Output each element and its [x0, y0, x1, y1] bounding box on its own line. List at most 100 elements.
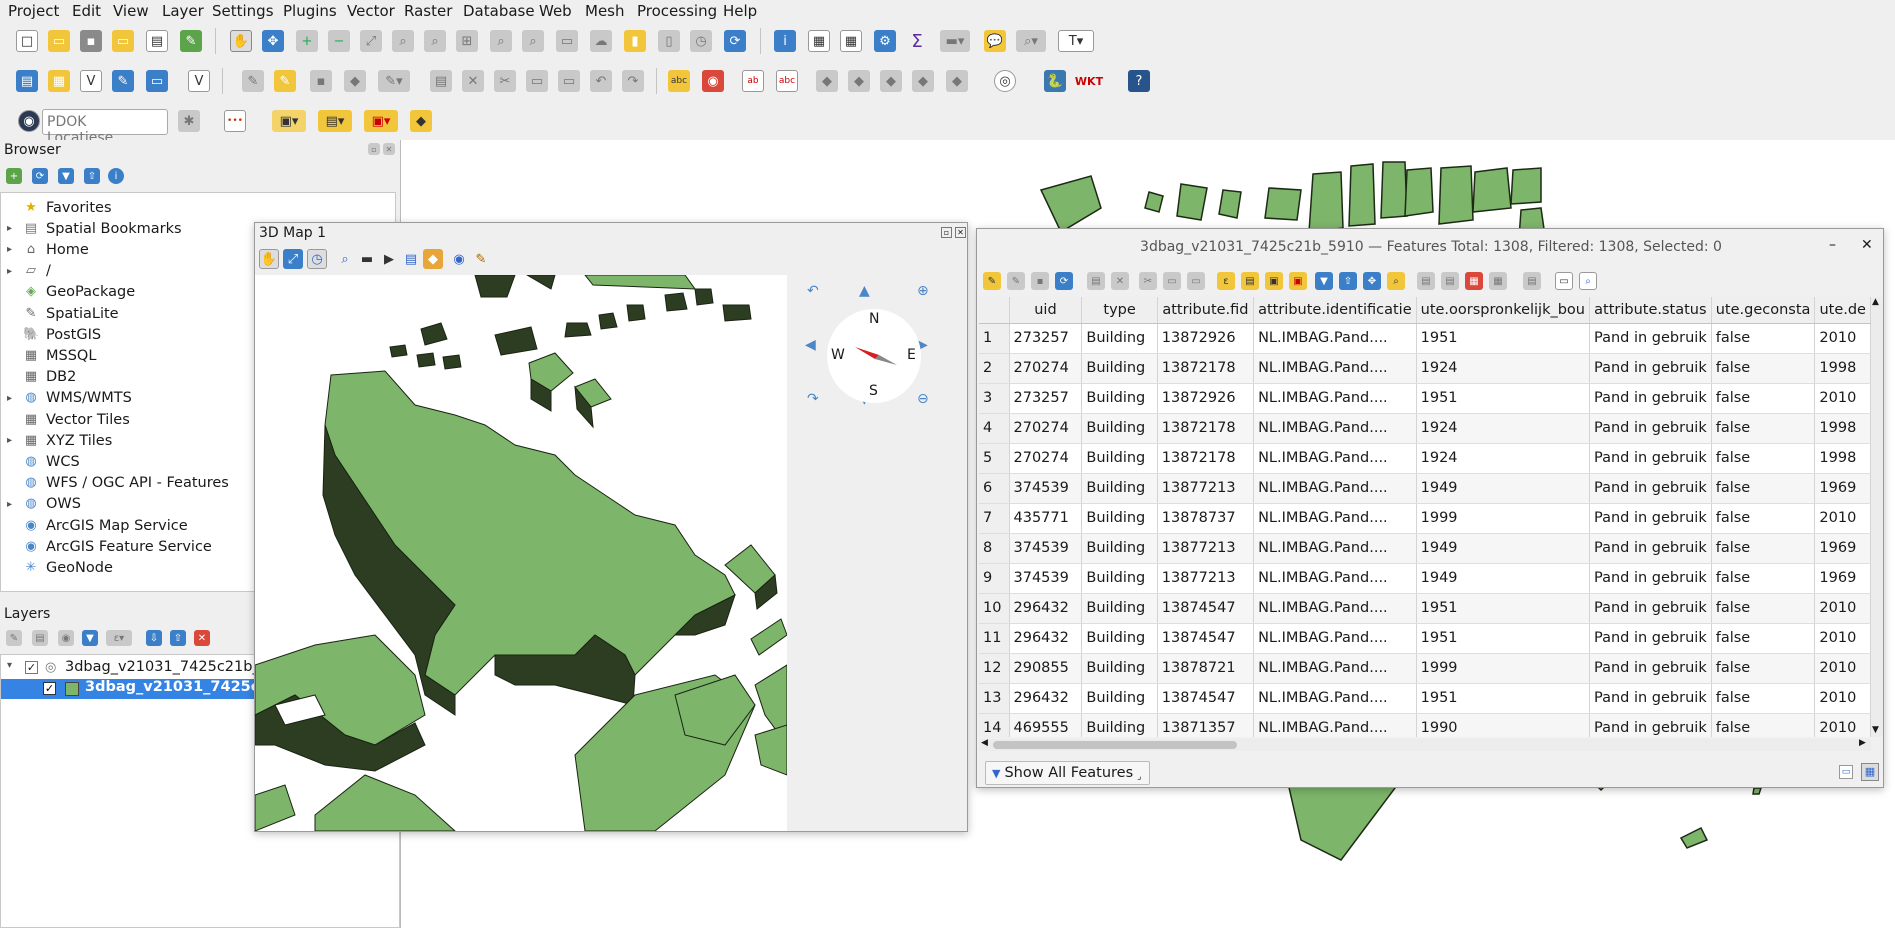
processing-toolbox-icon[interactable]: ⚙ — [874, 30, 896, 52]
row-number[interactable]: 4 — [979, 413, 1010, 444]
3d-measure-icon[interactable]: ▬ — [357, 249, 377, 269]
table-cell[interactable]: Pand in gebruik — [1589, 323, 1712, 354]
3d-animation-icon[interactable]: ▶ — [379, 249, 399, 269]
table-cell[interactable]: false — [1711, 533, 1816, 564]
menu-edit[interactable]: Edit — [72, 2, 101, 20]
attr-save-icon[interactable]: ▪ — [1031, 272, 1049, 290]
horizontal-scrollbar[interactable]: ◀ ▶ — [979, 738, 1871, 751]
menu-plugins[interactable]: Plugins — [283, 2, 337, 20]
table-cell[interactable]: Pand in gebruik — [1589, 533, 1712, 564]
table-cell[interactable]: 13874547 — [1157, 623, 1255, 654]
menu-raster[interactable]: Raster — [404, 2, 452, 20]
column-header-identificatie[interactable]: attribute.identificatie — [1253, 297, 1417, 324]
gps-tools-icon[interactable]: ◎ — [994, 70, 1016, 92]
table-cell[interactable]: NL.IMBAG.Pand.... — [1253, 683, 1417, 714]
table-cell[interactable]: 13874547 — [1157, 683, 1255, 714]
3d-tilt-up-icon[interactable]: ▲ — [859, 283, 870, 299]
menu-mesh[interactable]: Mesh — [585, 2, 625, 20]
table-cell[interactable]: 270274 — [1009, 353, 1083, 384]
zoom-layer-icon[interactable]: ⌕ — [424, 30, 446, 52]
3d-pan-left-icon[interactable]: ◀ — [805, 337, 816, 353]
add-group-icon[interactable]: ▤ — [32, 630, 48, 646]
filter-select-icon[interactable]: ▼ — [1315, 272, 1333, 290]
table-cell[interactable]: 13872178 — [1157, 443, 1255, 474]
pan-to-selected-icon[interactable]: ✥ — [1363, 272, 1381, 290]
reload-table-icon[interactable]: ⟳ — [1055, 272, 1073, 290]
3d-camera-options-icon[interactable]: ◉ — [449, 249, 469, 269]
zoom-selection-icon[interactable]: ⌕ — [392, 30, 414, 52]
table-cell[interactable]: 13872178 — [1157, 413, 1255, 444]
scroll-down-icon[interactable]: ▼ — [1872, 725, 1879, 735]
row-number[interactable]: 13 — [979, 683, 1010, 714]
delete-feature-icon[interactable]: ✕ — [1111, 272, 1129, 290]
table-cell[interactable]: 1924 — [1416, 443, 1591, 474]
3d-export-scene-icon[interactable]: ◆ — [423, 249, 443, 269]
table-cell[interactable]: 13878737 — [1157, 503, 1255, 534]
expand-all-icon[interactable]: ⇩ — [146, 630, 162, 646]
add-feature-icon[interactable]: ◆ — [344, 70, 366, 92]
table-cell[interactable]: 13871357 — [1157, 713, 1255, 737]
table-cell[interactable]: 2010 — [1814, 683, 1871, 714]
menu-settings[interactable]: Settings — [212, 2, 274, 20]
open-attribute-table-icon[interactable]: ▦ — [808, 30, 830, 52]
menu-database[interactable]: Database — [463, 2, 535, 20]
row-number[interactable]: 3 — [979, 383, 1010, 414]
expand-arrow-icon[interactable]: ▸ — [7, 499, 12, 510]
clear-locator-icon[interactable]: ✱ — [178, 110, 200, 132]
table-cell[interactable]: Building — [1081, 383, 1158, 414]
table-cell[interactable]: 1951 — [1416, 593, 1591, 624]
table-cell[interactable]: 2010 — [1814, 623, 1871, 654]
table-cell[interactable]: 1924 — [1416, 353, 1591, 384]
table-cell[interactable]: Building — [1081, 683, 1158, 714]
manage-visibility-icon[interactable]: ◉ — [58, 630, 74, 646]
table-cell[interactable]: false — [1711, 593, 1816, 624]
data-source-manager-icon[interactable]: ▤ — [16, 70, 38, 92]
cut-features-icon[interactable]: ✂ — [494, 70, 516, 92]
show-bookmarks-icon[interactable]: ▯ — [658, 30, 680, 52]
refresh-icon[interactable]: ⟳ — [724, 30, 746, 52]
conditional-format-icon[interactable]: ▤ — [1523, 272, 1541, 290]
table-cell[interactable]: 1969 — [1814, 563, 1871, 594]
table-row[interactable]: 11 296432 Building 13874547 NL.IMBAG.Pand...… — [979, 623, 1871, 654]
expand-arrow-icon[interactable]: ▸ — [7, 435, 12, 446]
table-cell[interactable]: Building — [1081, 653, 1158, 684]
save-edits-icon[interactable]: ▪ — [310, 70, 332, 92]
table-cell[interactable]: false — [1711, 713, 1816, 737]
invert-selection-icon[interactable]: ▣ — [1265, 272, 1283, 290]
filter-legend-icon[interactable]: ▼ — [82, 630, 98, 646]
new-spatialite-icon[interactable]: ✎ — [112, 70, 134, 92]
table-cell[interactable]: 1998 — [1814, 353, 1871, 384]
column-header-uid[interactable]: uid — [1009, 297, 1083, 324]
group-checkbox[interactable]: ✓ — [25, 661, 38, 674]
3d-camera-icon[interactable]: ◷ — [307, 249, 327, 269]
table-row[interactable]: 12 290855 Building 13878721 NL.IMBAG.Pand...… — [979, 653, 1871, 684]
browser-filter-icon[interactable]: ▼ — [58, 168, 74, 184]
table-cell[interactable]: 2010 — [1814, 383, 1871, 414]
browser-refresh-icon[interactable]: ⟳ — [32, 168, 48, 184]
menu-help[interactable]: Help — [723, 2, 757, 20]
table-cell[interactable]: Building — [1081, 353, 1158, 384]
zoom-to-selected-icon[interactable]: ⌕ — [1387, 272, 1405, 290]
row-number[interactable]: 2 — [979, 353, 1010, 384]
new-3d-map-icon[interactable]: ☁ — [590, 30, 612, 52]
menu-view[interactable]: View — [113, 2, 149, 20]
table-cell[interactable]: false — [1711, 623, 1816, 654]
table-cell[interactable]: 2010 — [1814, 593, 1871, 624]
zoom-in-icon[interactable]: + — [296, 30, 318, 52]
style-manager-icon[interactable]: ✎ — [180, 30, 202, 52]
table-cell[interactable]: 13872926 — [1157, 383, 1255, 414]
table-cell[interactable]: Building — [1081, 593, 1158, 624]
table-cell[interactable]: 2010 — [1814, 713, 1871, 737]
select-location-icon[interactable]: ◆ — [410, 110, 432, 132]
table-cell[interactable]: NL.IMBAG.Pand.... — [1253, 593, 1417, 624]
scroll-right-icon[interactable]: ▶ — [1859, 738, 1866, 748]
table-cell[interactable]: 296432 — [1009, 683, 1083, 714]
print-layout-icon[interactable]: ▤ — [146, 30, 168, 52]
column-header-fid[interactable]: attribute.fid — [1157, 297, 1255, 324]
table-row[interactable]: 1 273257 Building 13872926 NL.IMBAG.Pand....… — [979, 323, 1871, 354]
browser-properties-icon[interactable]: i — [108, 168, 124, 184]
column-header-oorspronkelijk[interactable]: ute.oorspronkelijk_bou — [1416, 297, 1591, 324]
field-calc-icon[interactable]: ▦ — [1489, 272, 1507, 290]
table-cell[interactable]: 374539 — [1009, 563, 1083, 594]
table-cell[interactable]: Building — [1081, 443, 1158, 474]
